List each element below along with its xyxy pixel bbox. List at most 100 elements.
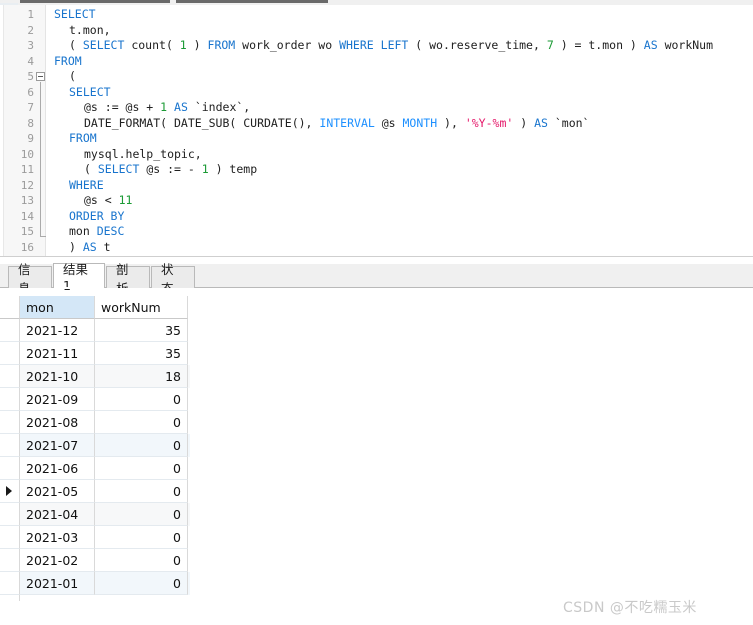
- cell-worknum[interactable]: 35: [95, 342, 188, 365]
- cell-worknum[interactable]: 0: [95, 549, 188, 572]
- row-selector-corner[interactable]: [0, 296, 20, 319]
- tab-profile[interactable]: 剖析: [106, 262, 150, 296]
- row-selector-cell[interactable]: [0, 457, 20, 480]
- cell-mon[interactable]: 2021-11: [20, 342, 95, 365]
- row-selector-cell[interactable]: [0, 434, 20, 457]
- row-selector-cell[interactable]: [0, 388, 20, 411]
- table-row[interactable]: 2021-03 0: [0, 526, 190, 549]
- table-row[interactable]: 2021-10 18: [0, 365, 190, 388]
- table-row[interactable]: 2021-01 0: [0, 572, 190, 595]
- cell-worknum[interactable]: 0: [95, 388, 188, 411]
- table-row[interactable]: 2021-08 0: [0, 411, 190, 434]
- code-line[interactable]: mysql.help_topic,: [84, 147, 202, 163]
- code-line[interactable]: SELECT: [54, 7, 96, 23]
- code-token-kw: SELECT: [54, 7, 96, 21]
- table-row[interactable]: 2021-05 0: [0, 480, 190, 503]
- editor-gutter[interactable]: 1 2 3 4 5 6 7 8 9 10 11 12 13 14 15 16: [0, 5, 46, 256]
- row-selector-cell[interactable]: [0, 503, 20, 526]
- code-token-kw: FROM: [69, 131, 97, 145]
- cell-mon[interactable]: 2021-10: [20, 365, 95, 388]
- row-selector-cell[interactable]: [0, 342, 20, 365]
- code-token-num: 7: [546, 38, 554, 52]
- cell-mon[interactable]: 2021-03: [20, 526, 95, 549]
- table-row[interactable]: 2021-04 0: [0, 503, 190, 526]
- result-tabbar[interactable]: 信息结果 1 剖析状态: [0, 262, 753, 296]
- table-row[interactable]: 2021-06 0: [0, 457, 190, 480]
- line-number: 15: [20, 225, 34, 238]
- cell-worknum[interactable]: 0: [95, 480, 188, 503]
- cell-worknum[interactable]: 0: [95, 503, 188, 526]
- code-line[interactable]: SELECT: [69, 85, 111, 101]
- cell-worknum[interactable]: 35: [95, 319, 188, 342]
- sql-code-text[interactable]: SELECT t.mon,( SELECT count( 1 ) FROM wor…: [46, 5, 753, 256]
- row-selector-cell[interactable]: [0, 572, 20, 595]
- code-line[interactable]: FROM: [69, 131, 97, 147]
- row-selector-cell[interactable]: [0, 480, 20, 503]
- cell-mon[interactable]: 2021-04: [20, 503, 95, 526]
- code-line[interactable]: mon DESC: [69, 224, 124, 240]
- code-token-plain: (: [69, 69, 76, 83]
- code-token-plain: work_order wo: [235, 38, 340, 52]
- code-token-plain: workNum: [657, 38, 714, 52]
- code-line[interactable]: (: [69, 69, 76, 85]
- result-grid-panel[interactable]: mon workNum 2021-12 35 2021-11 35 2021-10 18 202…: [0, 288, 753, 625]
- tab-result1[interactable]: 结果 1: [53, 262, 105, 293]
- column-header-worknum[interactable]: workNum: [95, 296, 188, 319]
- table-row[interactable]: 2021-09 0: [0, 388, 190, 411]
- cell-mon[interactable]: 2021-12: [20, 319, 95, 342]
- table-row[interactable]: 2021-02 0: [0, 549, 190, 572]
- table-row[interactable]: 2021-07 0: [0, 434, 190, 457]
- sql-editor-panel[interactable]: 1 2 3 4 5 6 7 8 9 10 11 12 13 14 15 16 SELECT t.mon,( SE…: [0, 5, 753, 257]
- cell-worknum[interactable]: 0: [95, 411, 188, 434]
- cell-worknum[interactable]: 0: [95, 526, 188, 549]
- row-selector-cell[interactable]: [0, 526, 20, 549]
- cell-mon[interactable]: 2021-09: [20, 388, 95, 411]
- code-token-plain: ( wo.reserve_time,: [408, 38, 547, 52]
- code-line[interactable]: @s < 11: [84, 193, 132, 209]
- cell-worknum[interactable]: 0: [95, 434, 188, 457]
- code-line[interactable]: ( SELECT count( 1 ) FROM work_order wo W…: [69, 38, 713, 54]
- code-line[interactable]: ORDER BY: [69, 209, 124, 225]
- cell-mon[interactable]: 2021-08: [20, 411, 95, 434]
- current-row-arrow-icon: [6, 486, 12, 496]
- code-token-plain: count(: [124, 38, 180, 52]
- code-token-str: '%Y-%m': [464, 115, 514, 130]
- row-selector-cell[interactable]: [0, 365, 20, 388]
- code-token-kw: AS: [534, 115, 548, 130]
- code-line[interactable]: ) AS t: [69, 240, 111, 256]
- grid-bottom-spacer: [0, 595, 190, 601]
- cell-mon[interactable]: 2021-05: [20, 480, 95, 503]
- row-selector-cell[interactable]: [0, 319, 20, 342]
- row-selector-cell[interactable]: [0, 549, 20, 572]
- tab-status[interactable]: 状态: [151, 262, 195, 296]
- code-line[interactable]: @s := @s + 1 AS `index`,: [84, 100, 250, 116]
- code-token-kw: FROM: [207, 38, 236, 52]
- tab-info[interactable]: 信息: [8, 262, 52, 296]
- code-token-plain: ): [186, 38, 208, 52]
- row-selector-cell[interactable]: [0, 411, 20, 434]
- fold-minus-icon[interactable]: [36, 72, 45, 81]
- csdn-watermark: CSDN @不吃糯玉米: [563, 600, 697, 616]
- result-grid[interactable]: mon workNum 2021-12 35 2021-11 35 2021-10 18 202…: [0, 296, 190, 601]
- cell-worknum[interactable]: 0: [95, 572, 188, 595]
- code-line[interactable]: WHERE: [69, 178, 104, 194]
- table-row[interactable]: 2021-11 35: [0, 342, 190, 365]
- code-line[interactable]: FROM: [54, 54, 82, 70]
- code-line[interactable]: DATE_FORMAT( DATE_SUB( CURDATE(), INTERV…: [84, 116, 589, 132]
- tab-label: 结果 1: [63, 262, 89, 293]
- table-row[interactable]: 2021-12 35: [0, 319, 190, 342]
- cell-worknum[interactable]: 0: [95, 457, 188, 480]
- code-token-plain: `mon`: [547, 115, 590, 130]
- cell-mon[interactable]: 2021-01: [20, 572, 95, 595]
- cell-worknum[interactable]: 18: [95, 365, 188, 388]
- cell-mon[interactable]: 2021-06: [20, 457, 95, 480]
- code-token-plain: (: [84, 162, 98, 176]
- code-line[interactable]: ( SELECT @s := - 1 ) temp: [84, 162, 257, 178]
- code-token-num: 1: [201, 162, 209, 176]
- cell-mon[interactable]: 2021-07: [20, 434, 95, 457]
- column-header-mon[interactable]: mon: [20, 296, 95, 319]
- code-line[interactable]: t.mon,: [69, 23, 111, 39]
- cell-mon[interactable]: 2021-02: [20, 549, 95, 572]
- code-token-plain: (: [69, 38, 83, 52]
